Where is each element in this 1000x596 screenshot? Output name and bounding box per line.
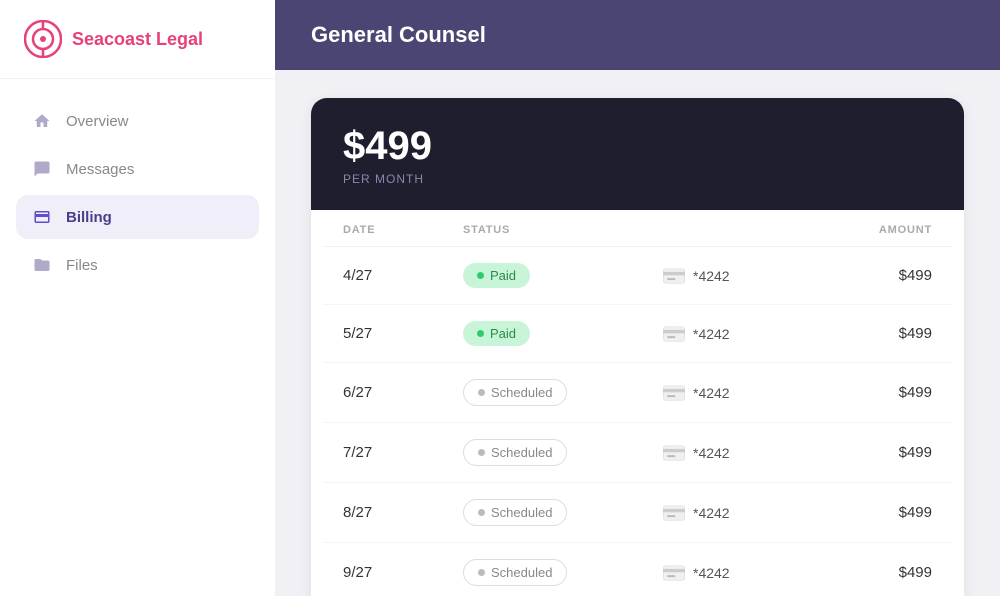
sidebar-item-overview[interactable]: Overview: [16, 99, 259, 143]
badge-dot: [478, 389, 485, 396]
card-icon: [663, 565, 685, 581]
sidebar-label-billing: Billing: [66, 209, 112, 226]
badge-dot: [477, 330, 484, 337]
files-icon: [32, 255, 52, 275]
card-number: *4242: [693, 385, 730, 401]
sidebar-item-files[interactable]: Files: [16, 243, 259, 287]
card-number: *4242: [693, 565, 730, 581]
card-icon: [663, 445, 685, 461]
badge-label: Paid: [490, 326, 516, 341]
billing-icon: [32, 207, 52, 227]
table-header: DATE STATUS AMOUNT: [323, 210, 952, 247]
logo-icon: [24, 20, 62, 58]
cell-status: Scheduled: [463, 499, 663, 526]
table-row: 9/27 Scheduled *4242 $499: [323, 543, 952, 596]
badge-label: Scheduled: [491, 385, 552, 400]
status-badge: Scheduled: [463, 439, 567, 466]
col-amount: AMOUNT: [812, 224, 932, 236]
cell-amount: $499: [812, 444, 932, 461]
card-number: *4242: [693, 445, 730, 461]
cell-date: 4/27: [343, 267, 463, 284]
cell-amount: $499: [812, 564, 932, 581]
main-area: General Counsel $499 PER MONTH DATE STAT…: [275, 0, 1000, 596]
cell-amount: $499: [812, 267, 932, 284]
sidebar-label-messages: Messages: [66, 161, 134, 178]
billing-amount: $499: [343, 126, 932, 166]
card-icon: [663, 326, 685, 342]
table-row: 4/27 Paid *4242 $499: [323, 247, 952, 305]
cell-date: 8/27: [343, 504, 463, 521]
cell-card: *4242: [663, 565, 812, 581]
badge-dot: [477, 272, 484, 279]
badge-label: Paid: [490, 268, 516, 283]
status-badge: Paid: [463, 321, 530, 346]
table-row: 6/27 Scheduled *4242 $499: [323, 363, 952, 423]
sidebar: Seacoast Legal Overview Messages Billing…: [0, 0, 275, 596]
billing-hero: $499 PER MONTH: [311, 98, 964, 210]
card-number: *4242: [693, 268, 730, 284]
sidebar-nav: Overview Messages Billing Files: [0, 79, 275, 307]
badge-dot: [478, 449, 485, 456]
card-icon: [663, 385, 685, 401]
col-status: STATUS: [463, 224, 663, 236]
cell-status: Scheduled: [463, 559, 663, 586]
table-row: 8/27 Scheduled *4242 $499: [323, 483, 952, 543]
sidebar-label-files: Files: [66, 257, 98, 274]
cell-amount: $499: [812, 384, 932, 401]
cell-status: Paid: [463, 321, 663, 346]
status-badge: Scheduled: [463, 499, 567, 526]
home-icon: [32, 111, 52, 131]
cell-date: 5/27: [343, 325, 463, 342]
col-card: [663, 224, 812, 236]
badge-label: Scheduled: [491, 505, 552, 520]
billing-table: DATE STATUS AMOUNT 4/27 Paid: [311, 210, 964, 596]
messages-icon: [32, 159, 52, 179]
table-body: 4/27 Paid *4242 $499 5/27: [323, 247, 952, 596]
status-badge: Scheduled: [463, 559, 567, 586]
cell-card: *4242: [663, 445, 812, 461]
cell-status: Scheduled: [463, 379, 663, 406]
col-date: DATE: [343, 224, 463, 236]
badge-dot: [478, 569, 485, 576]
cell-card: *4242: [663, 385, 812, 401]
cell-card: *4242: [663, 326, 812, 342]
cell-amount: $499: [812, 504, 932, 521]
sidebar-label-overview: Overview: [66, 113, 129, 130]
cell-date: 7/27: [343, 444, 463, 461]
badge-label: Scheduled: [491, 445, 552, 460]
badge-label: Scheduled: [491, 565, 552, 580]
logo: Seacoast Legal: [0, 0, 275, 79]
main-content: $499 PER MONTH DATE STATUS AMOUNT 4/27 P…: [275, 70, 1000, 596]
main-header: General Counsel: [275, 0, 1000, 70]
billing-period: PER MONTH: [343, 172, 932, 186]
card-icon: [663, 505, 685, 521]
cell-amount: $499: [812, 325, 932, 342]
cell-card: *4242: [663, 505, 812, 521]
billing-card: $499 PER MONTH DATE STATUS AMOUNT 4/27 P…: [311, 98, 964, 596]
badge-dot: [478, 509, 485, 516]
status-badge: Paid: [463, 263, 530, 288]
cell-date: 9/27: [343, 564, 463, 581]
cell-date: 6/27: [343, 384, 463, 401]
card-number: *4242: [693, 505, 730, 521]
sidebar-item-billing[interactable]: Billing: [16, 195, 259, 239]
sidebar-item-messages[interactable]: Messages: [16, 147, 259, 191]
page-title: General Counsel: [311, 22, 486, 48]
table-row: 7/27 Scheduled *4242 $499: [323, 423, 952, 483]
cell-status: Scheduled: [463, 439, 663, 466]
cell-card: *4242: [663, 268, 812, 284]
card-number: *4242: [693, 326, 730, 342]
card-icon: [663, 268, 685, 284]
status-badge: Scheduled: [463, 379, 567, 406]
cell-status: Paid: [463, 263, 663, 288]
logo-text: Seacoast Legal: [72, 29, 203, 50]
table-row: 5/27 Paid *4242 $499: [323, 305, 952, 363]
